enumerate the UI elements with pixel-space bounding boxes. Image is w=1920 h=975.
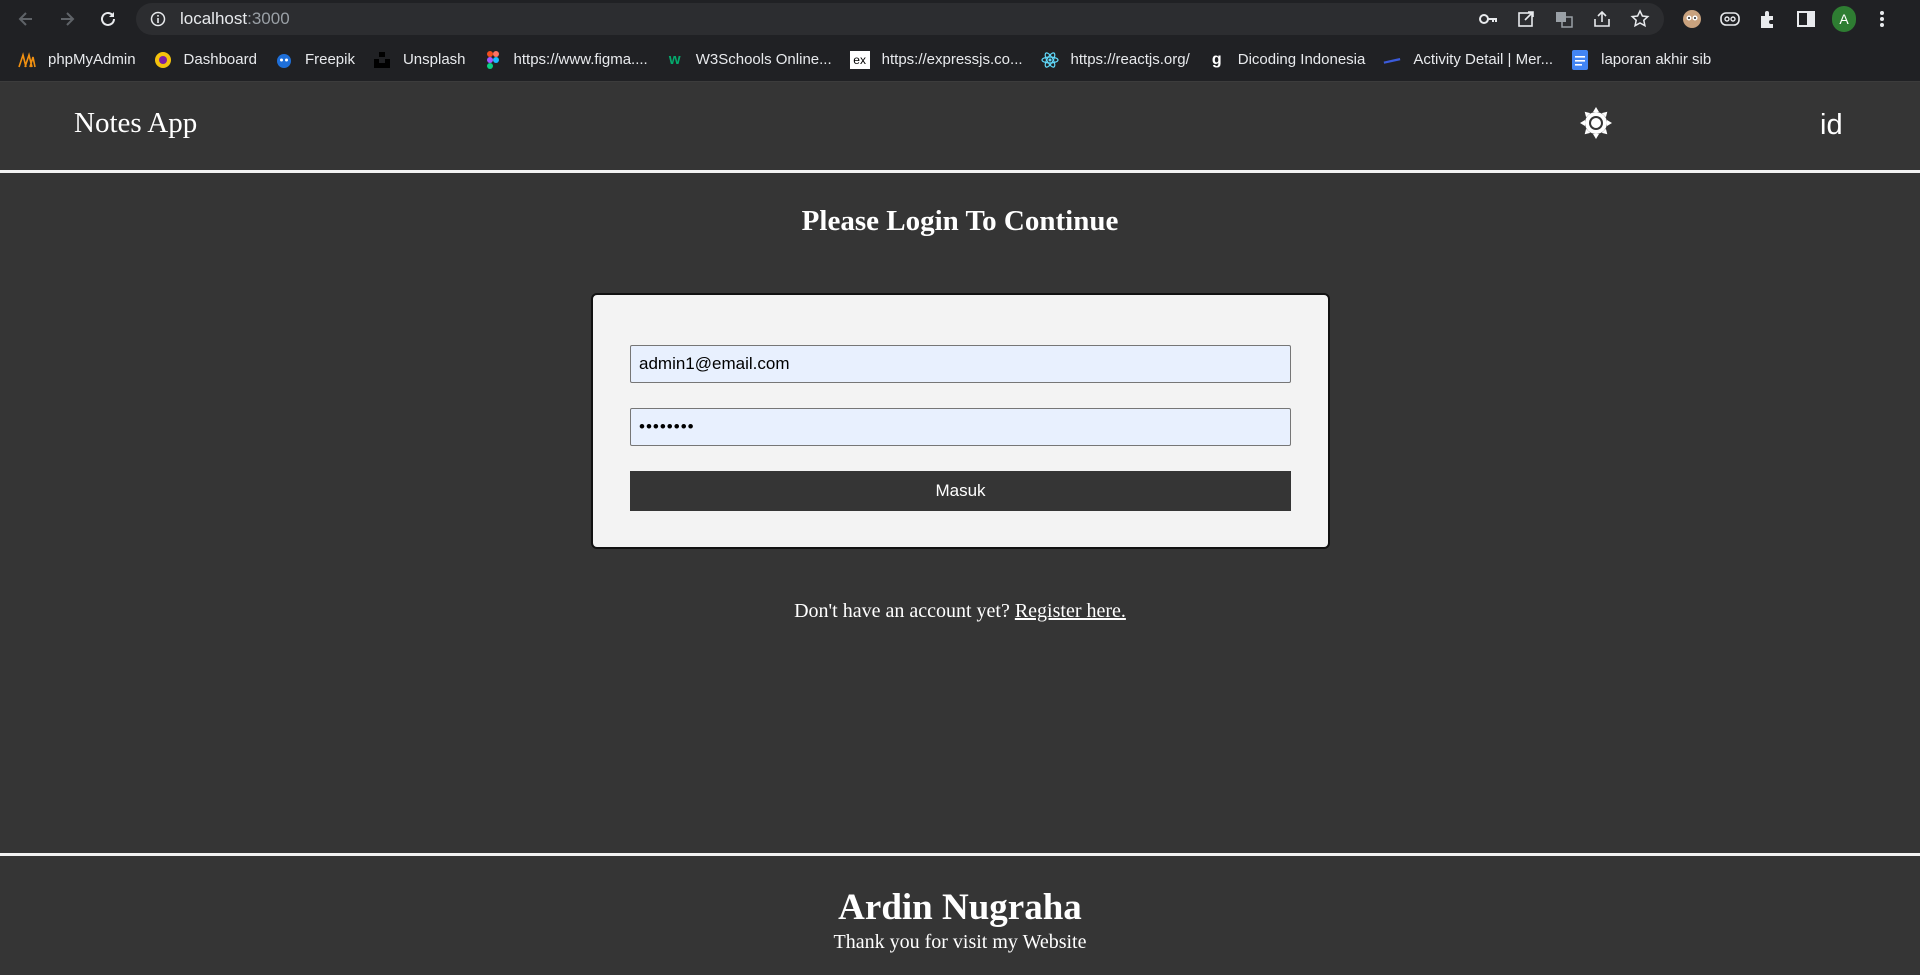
docs-icon: [1571, 49, 1589, 70]
express-icon: ex: [849, 50, 870, 69]
password-field[interactable]: ••••••••: [630, 408, 1291, 446]
register-link[interactable]: Register here.: [1015, 600, 1126, 622]
footer-note: Thank you for visit my Website: [833, 931, 1087, 953]
side-panel-icon[interactable]: [1794, 7, 1818, 31]
forward-icon[interactable]: [55, 7, 79, 31]
bookmark-label: Activity Detail | Mer...: [1413, 51, 1554, 68]
info-icon[interactable]: [146, 7, 170, 31]
bookmark-label: laporan akhir sib: [1601, 51, 1712, 68]
back-icon[interactable]: [14, 7, 38, 31]
bookmarks-bar: phpMyAdmin Dashboard Freepik Unsplash ht…: [0, 38, 1920, 82]
bookmark-item[interactable]: Dashboard: [154, 38, 257, 82]
key-icon[interactable]: [1476, 7, 1500, 31]
w3schools-icon: w: [668, 51, 681, 68]
figma-icon: [484, 50, 502, 69]
bookmark-star-icon[interactable]: [1628, 7, 1652, 31]
bookmark-label: Freepik: [304, 51, 355, 68]
app-header: Notes App id: [0, 82, 1920, 173]
profile-avatar[interactable]: A: [1832, 6, 1856, 32]
share-icon[interactable]: [1590, 7, 1614, 31]
brand-title[interactable]: Notes App: [74, 107, 197, 140]
footer: Ardin Nugraha Thank you for visit my Web…: [0, 853, 1920, 975]
login-button[interactable]: Masuk: [630, 471, 1291, 511]
bookmark-label: https://www.figma....: [513, 51, 648, 68]
activity-icon: [1383, 51, 1401, 69]
bookmark-label: phpMyAdmin: [48, 51, 136, 68]
bookmark-item[interactable]: w W3Schools Online...: [666, 38, 832, 82]
footer-author-name: Ardin Nugraha: [838, 887, 1082, 928]
login-form-card: admin1@email.com •••••••• Masuk: [591, 293, 1330, 549]
react-icon: [1040, 51, 1059, 69]
open-external-icon[interactable]: [1514, 7, 1538, 31]
bookmark-label: Dashboard: [183, 51, 257, 68]
dicoding-icon: g: [1211, 50, 1222, 68]
bookmark-item[interactable]: phpMyAdmin: [18, 38, 136, 82]
browser-toolbar: localhost:3000 A: [0, 0, 1920, 38]
reload-icon[interactable]: [96, 7, 120, 31]
bookmark-label: https://reactjs.org/: [1070, 51, 1190, 68]
bookmark-label: Dicoding Indonesia: [1237, 51, 1366, 68]
extension-link-icon[interactable]: [1718, 7, 1742, 31]
bookmark-item[interactable]: https://www.figma....: [484, 38, 648, 82]
bookmark-item[interactable]: Freepik: [275, 38, 355, 82]
bookmark-label: W3Schools Online...: [695, 51, 832, 68]
bookmark-item[interactable]: https://reactjs.org/: [1040, 38, 1190, 82]
kebab-menu-icon[interactable]: [1870, 7, 1894, 31]
register-prompt: Don't have an account yet? Register here…: [0, 600, 1920, 623]
puzzle-icon[interactable]: [1756, 7, 1780, 31]
extension-avatar-icon[interactable]: [1680, 7, 1704, 31]
register-prompt-text: Don't have an account yet?: [794, 600, 1010, 622]
language-toggle-button[interactable]: id: [1820, 109, 1843, 142]
url-text: localhost:3000: [180, 9, 290, 28]
bookmark-item[interactable]: Unsplash: [373, 38, 466, 82]
bookmark-item[interactable]: Activity Detail | Mer...: [1383, 38, 1553, 82]
phpmyadmin-icon: [18, 51, 36, 69]
sun-icon: [1580, 106, 1612, 144]
email-field[interactable]: admin1@email.com: [630, 345, 1291, 383]
freepik-icon: [275, 51, 293, 69]
address-bar[interactable]: localhost:3000: [136, 3, 1664, 35]
theme-toggle-button[interactable]: [1579, 106, 1613, 144]
page-title: Please Login To Continue: [801, 205, 1119, 237]
translate-icon[interactable]: [1552, 7, 1576, 31]
dashboard-icon: [154, 51, 172, 69]
bookmark-label: https://expressjs.co...: [881, 51, 1023, 68]
bookmark-item[interactable]: g Dicoding Indonesia: [1208, 38, 1366, 82]
bookmark-label: Unsplash: [402, 51, 466, 68]
profile-initial: A: [1832, 6, 1856, 32]
bookmark-item[interactable]: laporan akhir sib: [1571, 38, 1711, 82]
bookmark-item[interactable]: ex https://expressjs.co...: [849, 38, 1023, 82]
unsplash-icon: [373, 51, 391, 69]
